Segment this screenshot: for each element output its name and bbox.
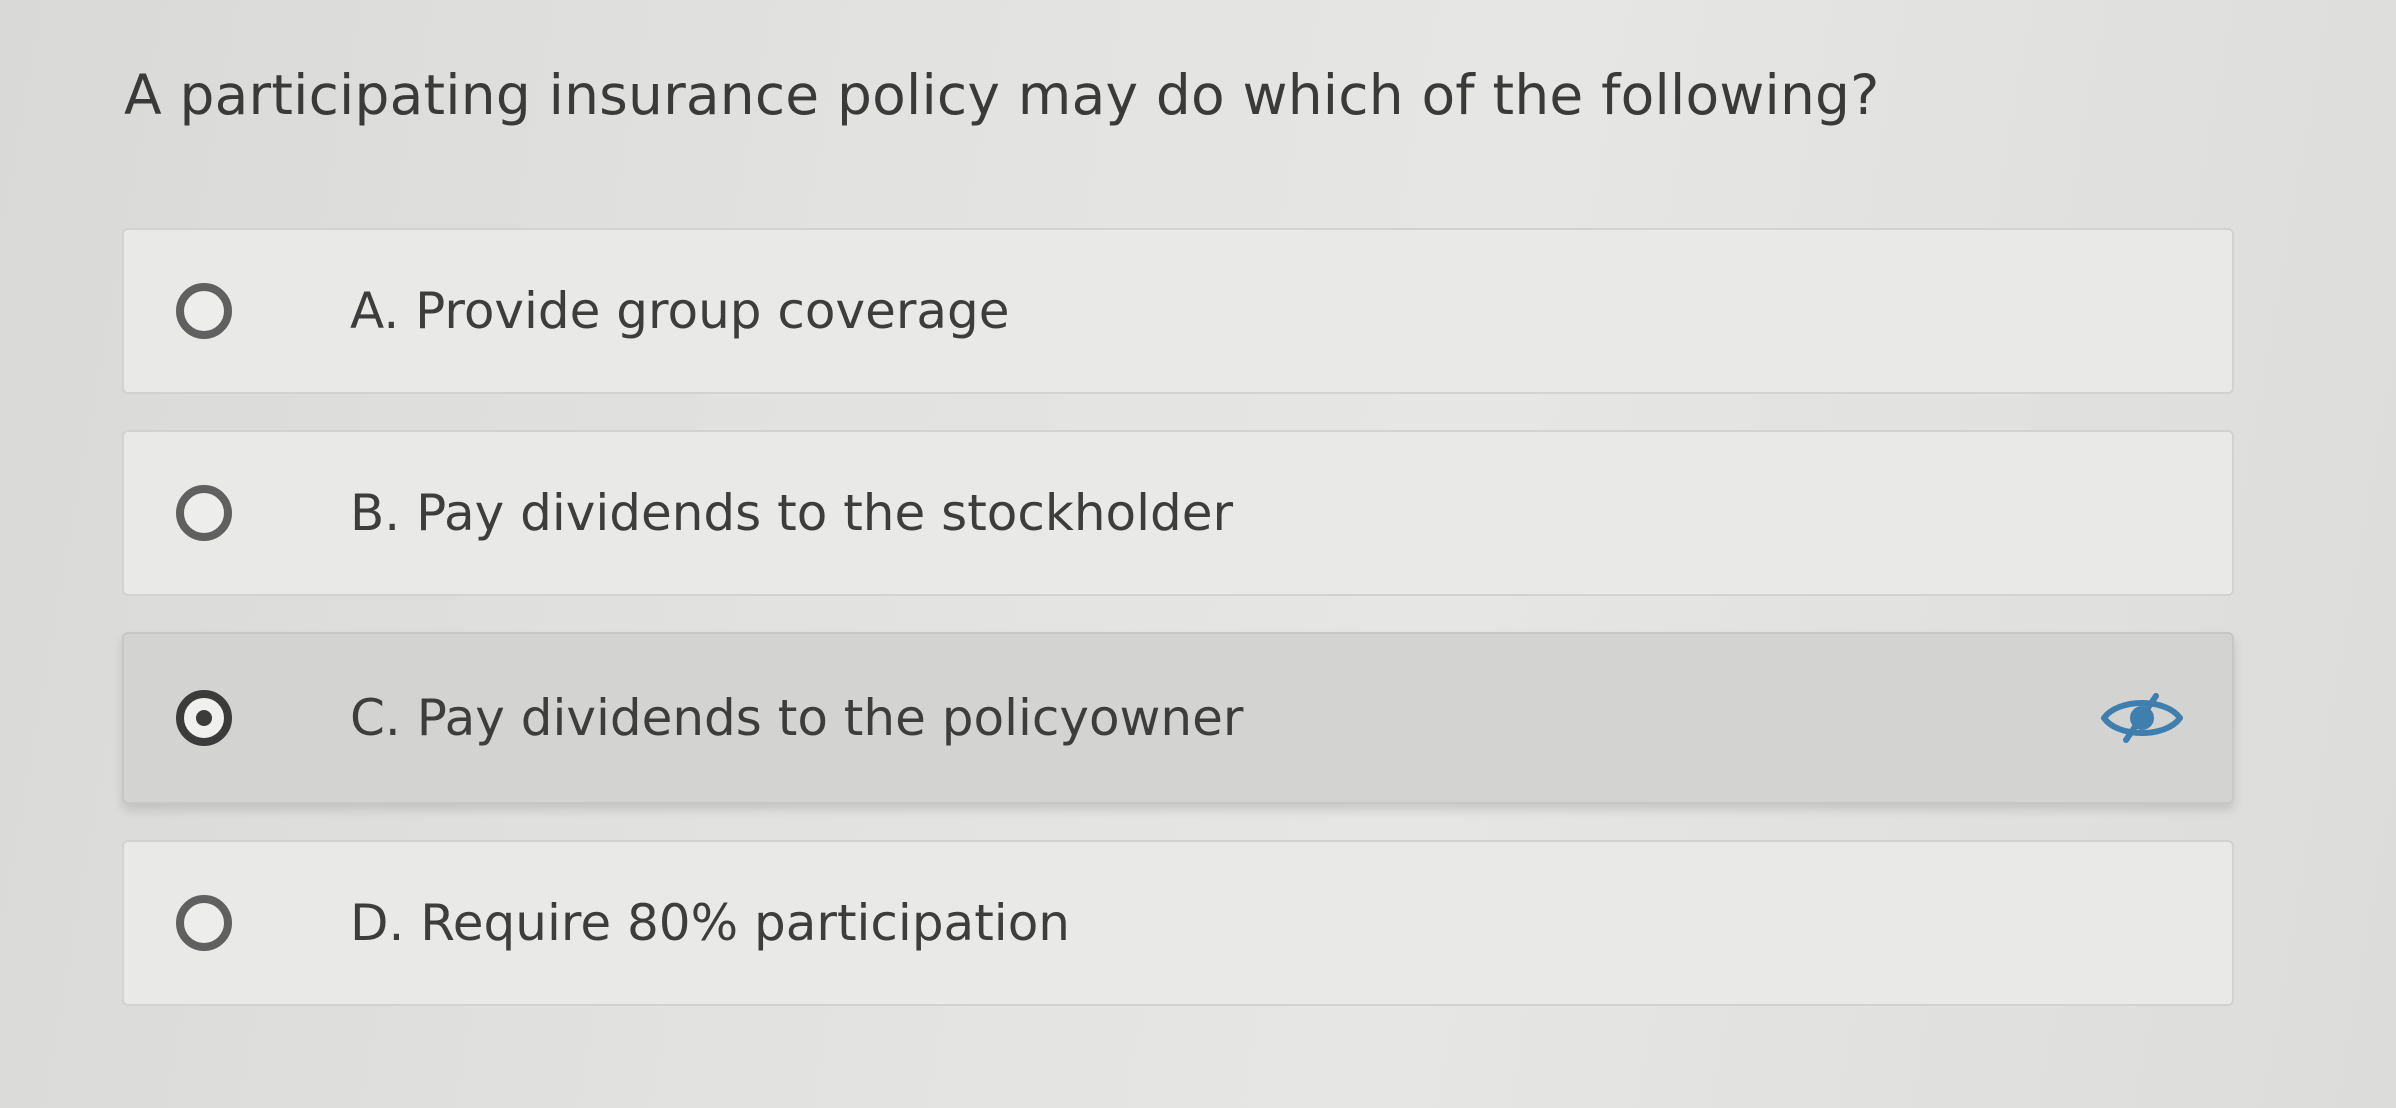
option-d[interactable]: D. Require 80% participation: [122, 840, 2234, 1006]
question-text: A participating insurance policy may do …: [124, 63, 1880, 127]
radio-selected-dot: [196, 710, 212, 726]
option-c[interactable]: C. Pay dividends to the policyowner: [122, 632, 2234, 804]
option-b[interactable]: B. Pay dividends to the stockholder: [122, 430, 2234, 596]
radio-button-b[interactable]: [176, 485, 232, 541]
eye-slash-icon[interactable]: [2100, 688, 2184, 748]
option-label-c: C. Pay dividends to the policyowner: [350, 689, 1244, 747]
option-label-a: A. Provide group coverage: [350, 282, 1010, 340]
answer-options: A. Provide group coverage B. Pay dividen…: [122, 228, 2234, 1042]
radio-button-d[interactable]: [176, 895, 232, 951]
option-label-d: D. Require 80% participation: [350, 894, 1070, 952]
option-label-b: B. Pay dividends to the stockholder: [350, 484, 1234, 542]
radio-button-a[interactable]: [176, 283, 232, 339]
option-a[interactable]: A. Provide group coverage: [122, 228, 2234, 394]
radio-button-c[interactable]: [176, 690, 232, 746]
